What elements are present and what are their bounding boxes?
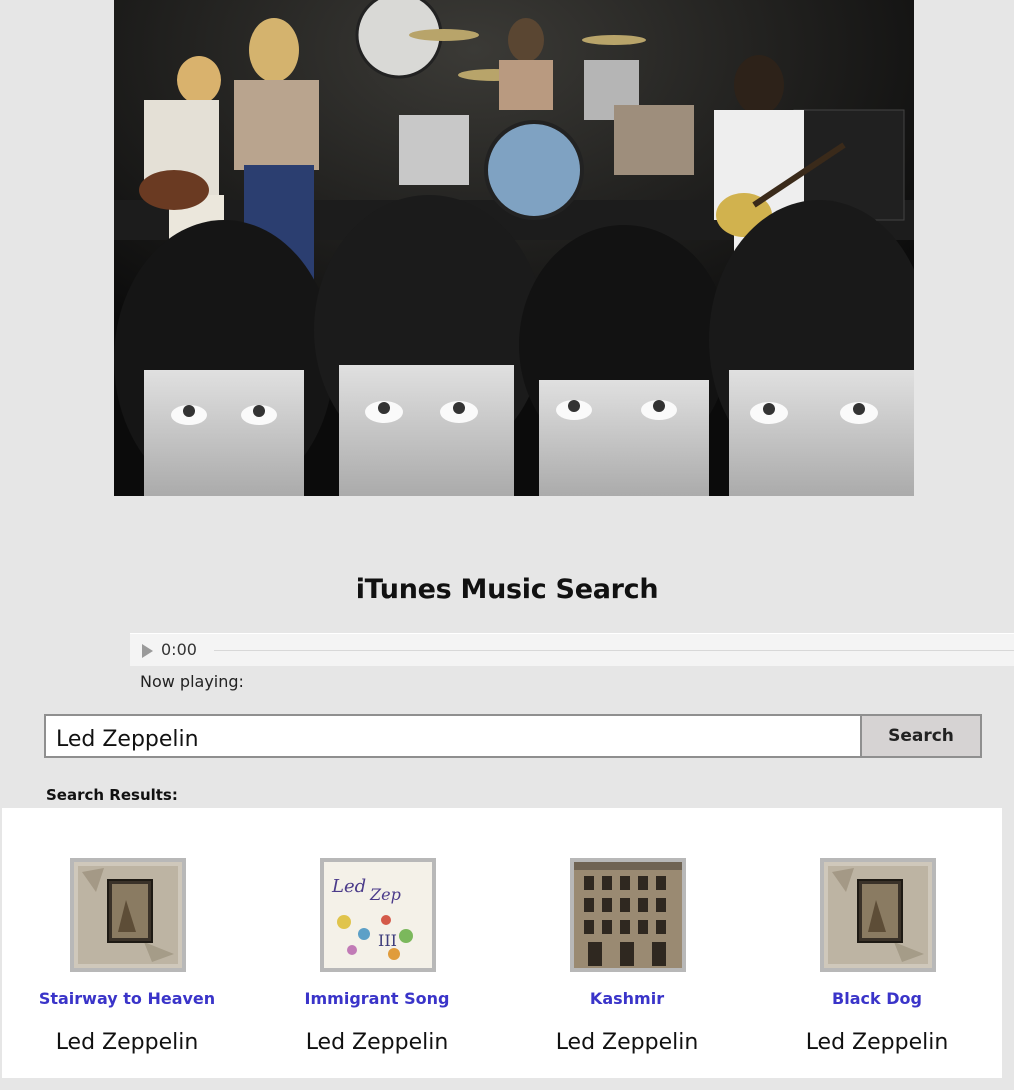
page-title: iTunes Music Search	[355, 574, 659, 605]
song-title-link[interactable]: Immigrant Song	[252, 989, 502, 1008]
artist-name: Led Zeppelin	[55, 1030, 199, 1055]
led-zeppelin-iii-cover-art: Led Zep III	[324, 862, 432, 968]
search-button[interactable]: Search	[860, 714, 982, 758]
result-card: Led Zep III Immigrant Song Led Zeppelin	[252, 808, 502, 1078]
audio-player[interactable]: 0:00	[130, 633, 1014, 666]
svg-text:Zep: Zep	[369, 885, 401, 904]
svg-text:Led: Led	[331, 876, 366, 897]
zoso-iv-cover-art	[74, 862, 182, 968]
song-title-link[interactable]: Black Dog	[752, 989, 1002, 1008]
zoso-iv-cover-art	[824, 862, 932, 968]
song-title-link[interactable]: Kashmir	[502, 989, 752, 1008]
audio-progress-track[interactable]	[214, 650, 1014, 651]
physical-graffiti-cover-art	[574, 862, 682, 968]
song-title-link[interactable]: Stairway to Heaven	[2, 989, 252, 1008]
album-cover[interactable]	[70, 858, 186, 972]
artist-name: Led Zeppelin	[555, 1030, 699, 1055]
album-cover[interactable]	[570, 858, 686, 972]
result-card: Stairway to Heaven Led Zeppelin	[2, 808, 252, 1078]
album-cover[interactable]	[820, 858, 936, 972]
result-card: Black Dog Led Zeppelin	[752, 808, 1002, 1078]
audio-time: 0:00	[161, 640, 197, 659]
page: iTunes Music Search 0:00 Now playing: Se…	[0, 0, 1014, 1090]
hero-image	[114, 0, 914, 496]
search-input[interactable]	[44, 714, 862, 758]
result-card: Kashmir Led Zeppelin	[502, 808, 752, 1078]
svg-text:III: III	[378, 931, 397, 950]
search-results-label: Search Results:	[46, 786, 178, 804]
album-cover[interactable]: Led Zep III	[320, 858, 436, 972]
artist-name: Led Zeppelin	[305, 1030, 449, 1055]
artist-name: Led Zeppelin	[805, 1030, 949, 1055]
now-playing-label: Now playing:	[140, 672, 244, 691]
play-icon[interactable]	[142, 644, 153, 658]
results-panel: Stairway to Heaven Led Zeppelin Led Zep …	[2, 808, 1002, 1078]
